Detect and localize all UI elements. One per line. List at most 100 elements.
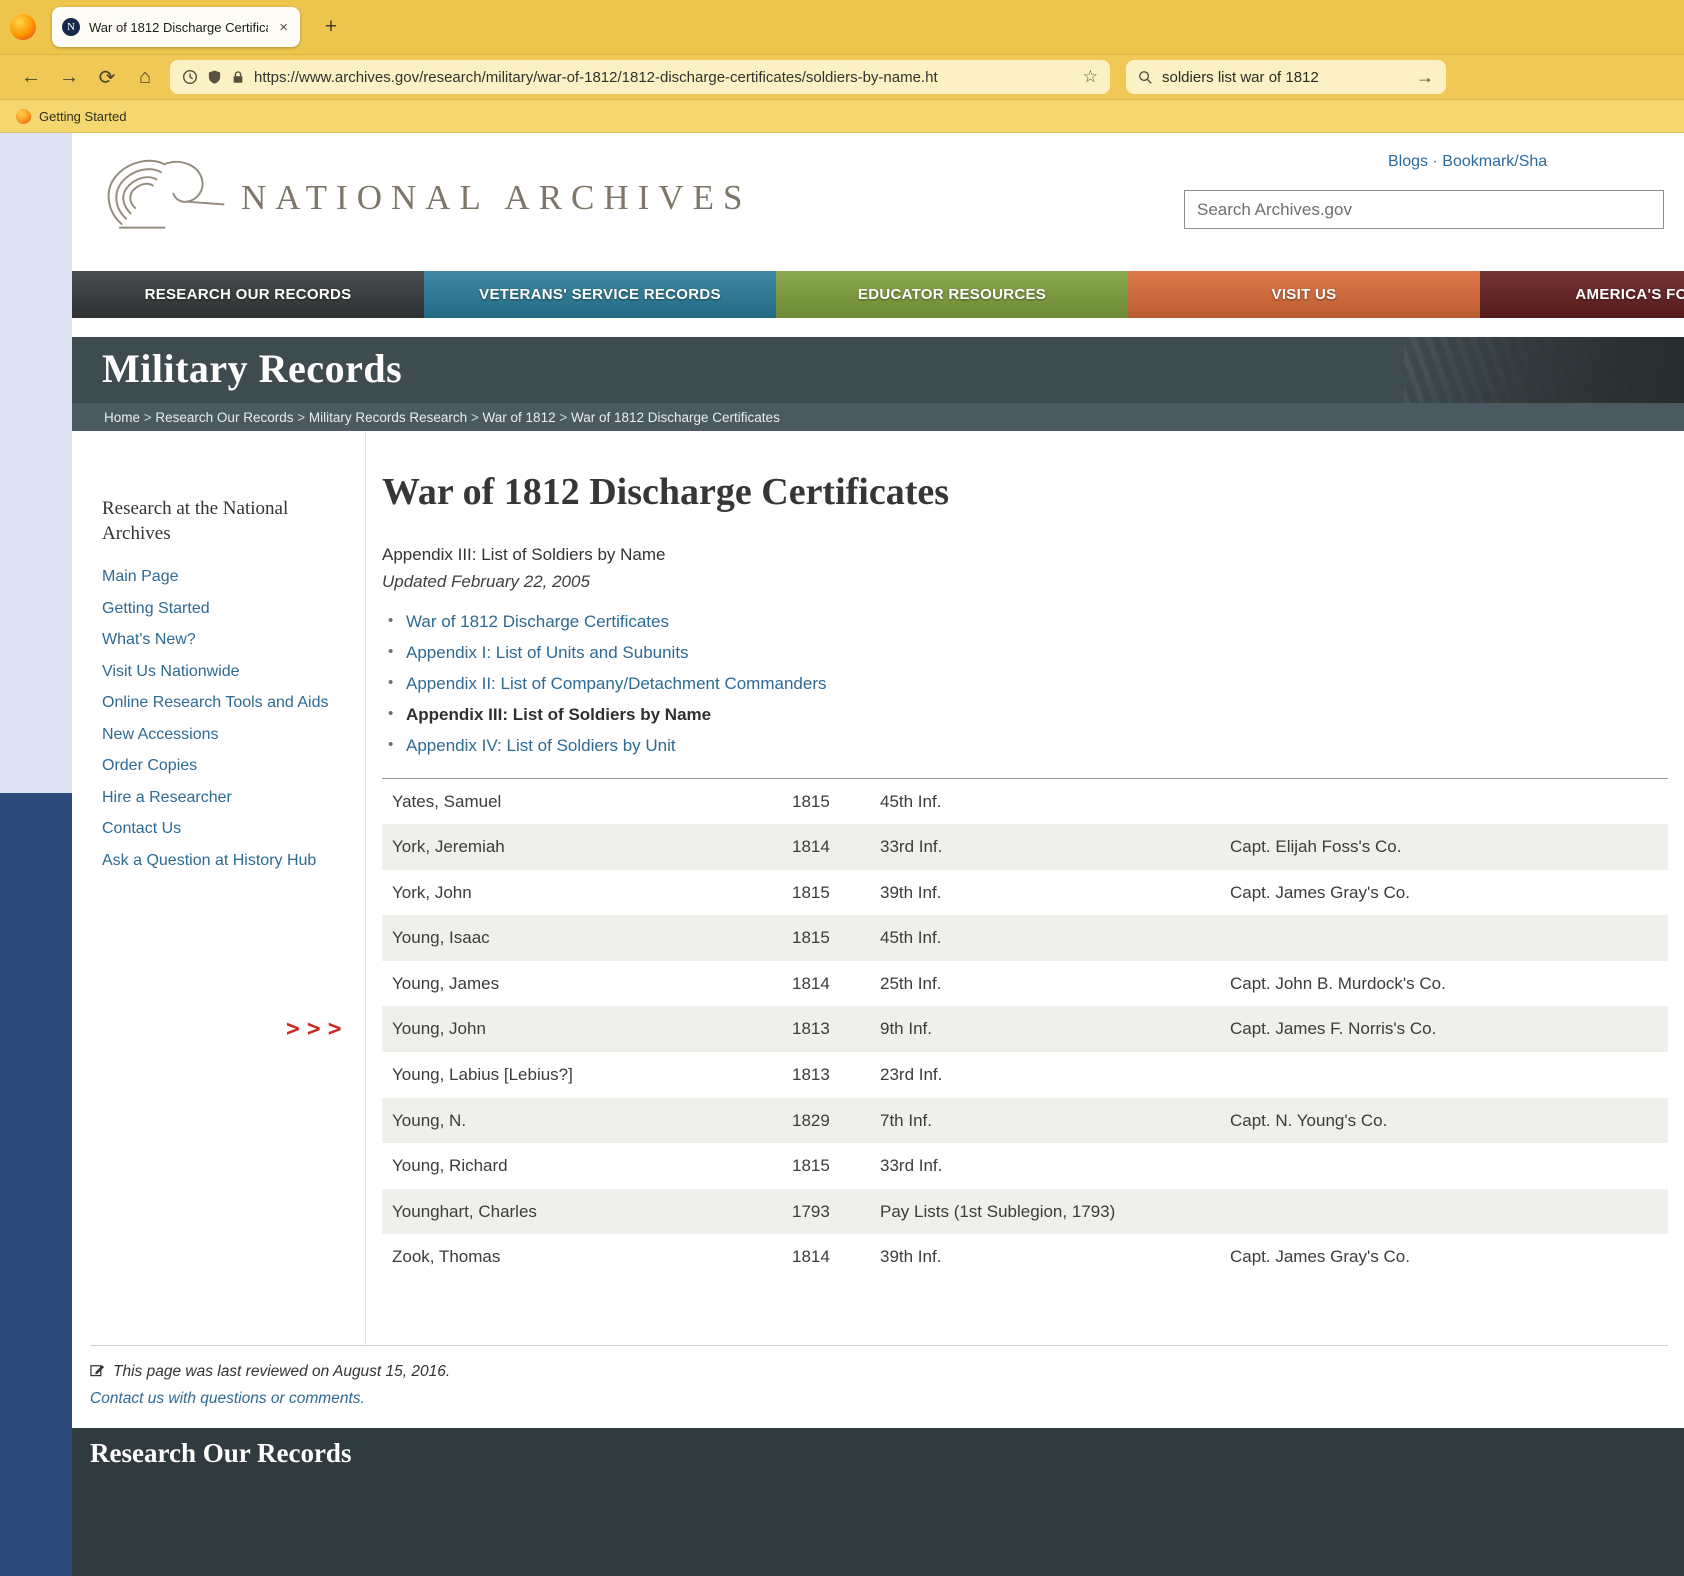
table-row: Young, John 1813 9th Inf. Capt. James F. No… — [286, 1006, 1668, 1052]
sidebar-link-getting-started[interactable]: Getting Started — [102, 598, 345, 620]
cell-unit: 7th Inf. — [880, 1110, 932, 1130]
appendix-link[interactable]: Appendix IV: List of Soldiers by Unit — [406, 736, 676, 755]
cell-year: 1813 — [792, 1019, 830, 1039]
home-icon[interactable]: ⌂ — [126, 61, 164, 93]
breadcrumb-link[interactable]: Research Our Records — [155, 410, 293, 425]
nav-gap — [72, 318, 1684, 337]
firefox-icon[interactable] — [10, 14, 36, 40]
banner-photo — [1404, 337, 1684, 403]
table-row: Young, Labius [Lebius?] 1813 23rd Inf. — [382, 1051, 1668, 1098]
sidebar-link-online-research-tools-and-aids[interactable]: Online Research Tools and Aids — [102, 692, 345, 714]
close-icon[interactable]: × — [277, 19, 290, 36]
browser-search-bar[interactable]: → — [1126, 60, 1446, 94]
cell-company: Capt. Elijah Foss's Co. — [1230, 837, 1402, 857]
cell-unit: 25th Inf. — [880, 973, 942, 993]
nav-item-veterans-service-records[interactable]: VETERANS' SERVICE RECORDS — [424, 271, 776, 318]
bookmark-star-icon[interactable]: ☆ — [1083, 67, 1098, 87]
nav-item-research-our-records[interactable]: RESEARCH OUR RECORDS — [72, 271, 424, 318]
breadcrumb-link[interactable]: War of 1812 — [483, 410, 556, 425]
url-bar[interactable]: https://www.archives.gov/research/milita… — [170, 60, 1110, 94]
national-archives-logo[interactable]: NATIONAL ARCHIVES — [102, 151, 751, 244]
browser-window: N War of 1812 Discharge Certifica × + ← … — [0, 0, 1684, 1576]
contact-us-link[interactable]: Contact us with questions or comments. — [90, 1390, 365, 1408]
cell-unit: 45th Inf. — [880, 928, 942, 948]
appendix-link[interactable]: Appendix II: List of Company/Detachment … — [406, 674, 826, 693]
cell-year: 1814 — [792, 837, 830, 857]
cell-name: Young, James — [392, 973, 500, 993]
site-footer: Research Our Records — [72, 1428, 1684, 1576]
forward-icon[interactable]: → — [50, 61, 88, 93]
breadcrumb-separator: > — [555, 409, 571, 425]
header-utility-links: Blogs · Bookmark/Sha — [1388, 153, 1547, 171]
cell-company: Capt. James F. Norris's Co. — [1230, 1019, 1437, 1039]
cell-year: 1813 — [792, 1064, 830, 1084]
updated-date: Updated February 22, 2005 — [382, 571, 590, 591]
tab-title: War of 1812 Discharge Certifica — [89, 19, 269, 35]
table-row: Young, Richard 1815 33rd Inf. — [382, 1143, 1668, 1189]
blogs-link[interactable]: Blogs — [1388, 153, 1428, 170]
cell-unit: 33rd Inf. — [880, 837, 943, 857]
cell-company — [1230, 928, 1662, 948]
table-row: York, Jeremiah 1814 33rd Inf. Capt. Elijah … — [382, 824, 1668, 870]
content-row: Research at the National Archives Main P… — [72, 431, 1684, 1345]
cell-year: 1815 — [792, 928, 830, 948]
nav-item-america-s-foundin[interactable]: AMERICA'S FOUNDIN — [1480, 271, 1684, 318]
appendix-list-item: Appendix III: List of Soldiers by Name — [382, 705, 1668, 725]
breadcrumb-separator: > — [140, 409, 156, 425]
nav-item-visit-us[interactable]: VISIT US — [1128, 271, 1480, 318]
breadcrumb-link[interactable]: War of 1812 Discharge Certificates — [571, 410, 780, 425]
cell-name: Young, N. — [392, 1110, 467, 1130]
appendix-link[interactable]: Appendix I: List of Units and Subunits — [406, 643, 689, 662]
main-nav: RESEARCH OUR RECORDS VETERANS' SERVICE RE… — [72, 271, 1684, 318]
sidebar-link-ask-a-question-at-history-hub[interactable]: Ask a Question at History Hub — [102, 850, 345, 872]
appendix-list-item: War of 1812 Discharge Certificates — [382, 612, 1668, 632]
sidebar-link-order-copies[interactable]: Order Copies — [102, 755, 345, 777]
bookmark-share-link[interactable]: Bookmark/Sha — [1442, 153, 1547, 170]
page-left-margin — [0, 133, 72, 793]
sidebar-link-what-s-new-[interactable]: What's New? — [102, 629, 345, 651]
cell-name: Young, Labius [Lebius?] — [392, 1064, 573, 1084]
shield-icon[interactable] — [207, 69, 222, 85]
breadcrumb-link[interactable]: Military Records Research — [309, 410, 467, 425]
sidebar-link-visit-us-nationwide[interactable]: Visit Us Nationwide — [102, 661, 345, 683]
sidebar-link-new-accessions[interactable]: New Accessions — [102, 724, 345, 746]
sidebar-link-main-page[interactable]: Main Page — [102, 566, 345, 588]
table-row: Young, N. 1829 7th Inf. Capt. N. Young's Co… — [382, 1097, 1668, 1144]
back-icon[interactable]: ← — [12, 61, 50, 93]
browser-tab[interactable]: N War of 1812 Discharge Certifica × — [52, 7, 300, 47]
eagle-logo-icon — [102, 151, 227, 244]
page-title: War of 1812 Discharge Certificates — [382, 471, 950, 513]
table-row: Young, James 1814 25th Inf. Capt. John B. M… — [382, 960, 1668, 1007]
last-reviewed-line: This page was last reviewed on August 15… — [90, 1362, 1668, 1382]
reload-icon[interactable]: ⟳ — [88, 61, 126, 93]
table-row: Young, Isaac 1815 45th Inf. — [382, 915, 1668, 961]
footer-section-title: Research Our Records — [90, 1438, 352, 1468]
page-footer: This page was last reviewed on August 15… — [90, 1345, 1668, 1428]
tab-favicon-icon: N — [62, 18, 80, 36]
site-header: NATIONAL ARCHIVES Blogs · Bookmark/Sha — [72, 133, 1684, 271]
cell-name: York, John — [392, 882, 472, 902]
table-row: York, John 1815 39th Inf. Capt. James Gray'… — [382, 869, 1668, 916]
military-records-banner: Military Records — [72, 337, 1684, 403]
page-content: NATIONAL ARCHIVES Blogs · Bookmark/Sha R… — [72, 133, 1684, 1576]
new-tab-button[interactable]: + — [316, 12, 346, 42]
navigation-toolbar: ← → ⟳ ⌂ https://www.archives.gov/researc… — [0, 55, 1684, 100]
history-clock-icon[interactable] — [182, 69, 198, 85]
nav-item-educator-resources[interactable]: EDUCATOR RESOURCES — [776, 271, 1128, 318]
cell-year: 1793 — [792, 1201, 830, 1221]
bookmark-item-getting-started[interactable]: Getting Started — [39, 109, 126, 124]
lock-icon[interactable] — [231, 69, 245, 85]
go-arrow-icon[interactable]: → — [1416, 67, 1434, 88]
appendix-link[interactable]: War of 1812 Discharge Certificates — [406, 612, 669, 631]
cell-name: Young, Isaac — [392, 928, 490, 948]
archives-search-input[interactable] — [1184, 190, 1664, 229]
breadcrumb-link[interactable]: Home — [104, 410, 140, 425]
table-row: Zook, Thomas 1814 39th Inf. Capt. James Gra… — [382, 1234, 1668, 1280]
browser-search-input[interactable] — [1162, 68, 1407, 86]
appendix-list-item: Appendix II: List of Company/Detachment … — [382, 674, 1668, 694]
cell-company — [1230, 1202, 1662, 1222]
sidebar-link-contact-us[interactable]: Contact Us — [102, 818, 345, 840]
cell-name: York, Jeremiah — [392, 837, 505, 857]
last-reviewed-text: This page was last reviewed on August 15… — [113, 1363, 451, 1380]
sidebar-link-hire-a-researcher[interactable]: Hire a Researcher — [102, 787, 345, 809]
